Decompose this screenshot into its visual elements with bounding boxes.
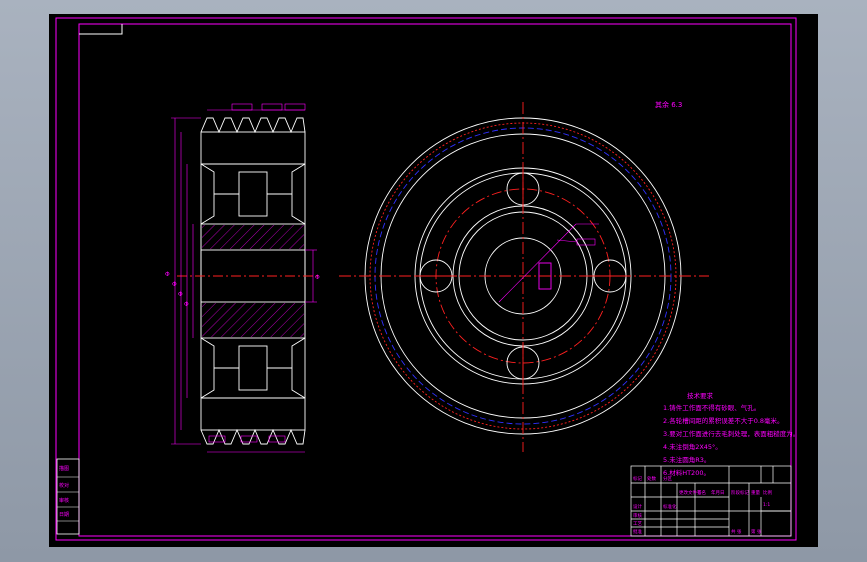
drawing-canvas[interactable]: 描图 校对 审核 日期 Φ Φ Φ Φ Φ 其余 6.3 技术要求 1.铸件工作… [49,14,818,547]
tb-cell-12: 阶段标记 [731,489,749,496]
tb-cell-8: 标准化 [663,503,677,510]
top-groove-profile [200,117,306,134]
roughness-note: 其余 6.3 [655,100,682,109]
cad-viewport[interactable]: 描图 校对 审核 日期 Φ Φ Φ Φ Φ 其余 6.3 技术要求 1.铸件工作… [0,0,867,562]
tb-cell-13: 重量 [751,489,760,496]
tech-req-item-1: 1.铸件工作面不得有砂眼、气孔。 [663,403,760,412]
tech-req-item-3: 3.要对工作面进行去毛刺处理，表面粗糙度为。 [663,429,799,438]
section-diameter-labels: Φ Φ Φ Φ Φ [165,271,320,308]
hatch-lower [202,303,304,337]
tb-cell-15: 共 张 [731,528,742,535]
tech-req-item-5: 5.未注圆角R3。 [663,455,710,464]
tb-cell-3: 分区 [663,475,672,482]
title-block-text: 标记 处数 分区 更改文件号 签名 年月日 设计 标准化 审核 工艺 批准 阶段… [633,475,772,535]
dia-label-4: Φ [184,301,189,308]
stamp-row-2: 校对 [59,482,69,489]
left-stamp-block: 描图 校对 审核 日期 [56,458,80,535]
tech-req-title: 技术要求 [687,391,714,400]
tb-cell-2: 处数 [647,475,656,482]
tb-cell-7: 设计 [633,503,642,510]
tb-cell-17: 1:1 [763,502,770,508]
section-view [177,117,321,445]
tech-requirements: 技术要求 1.铸件工作面不得有砂眼、气孔。 2.各轮槽间距的累积误差不大于0.8… [663,391,799,477]
section-dimensions [171,103,317,453]
hatch-upper [202,225,304,249]
tb-cell-9: 审核 [633,512,642,519]
corner-tag [79,24,123,35]
dia-label-2: Φ [172,281,177,288]
tb-cell-10: 工艺 [633,521,642,527]
dia-label-3: Φ [178,291,183,298]
tb-cell-16: 第 张 [751,528,762,535]
dia-label-1: Φ [165,271,170,278]
drawing-svg: 描图 校对 审核 日期 Φ Φ Φ Φ Φ 其余 6.3 技术要求 1.铸件工作… [55,17,799,541]
stamp-row-1: 描图 [59,465,69,472]
tech-req-item-4: 4.未注倒角2X45°。 [663,442,722,451]
section-outline [200,131,306,431]
tb-cell-6: 年月日 [711,489,725,496]
tech-req-item-6: 6.材料HT200。 [663,468,710,477]
tb-cell-5: 签名 [697,489,706,496]
stamp-row-3: 审核 [59,497,69,504]
tb-cell-14: 比例 [763,489,772,496]
front-view [339,102,709,452]
dia-label-5: Φ [315,274,320,281]
stamp-row-4: 日期 [59,512,69,518]
tech-req-item-2: 2.各轮槽间距的累积误差不大于0.8毫米。 [663,416,784,425]
tb-cell-11: 批准 [633,528,642,535]
tb-cell-1: 标记 [633,475,642,482]
